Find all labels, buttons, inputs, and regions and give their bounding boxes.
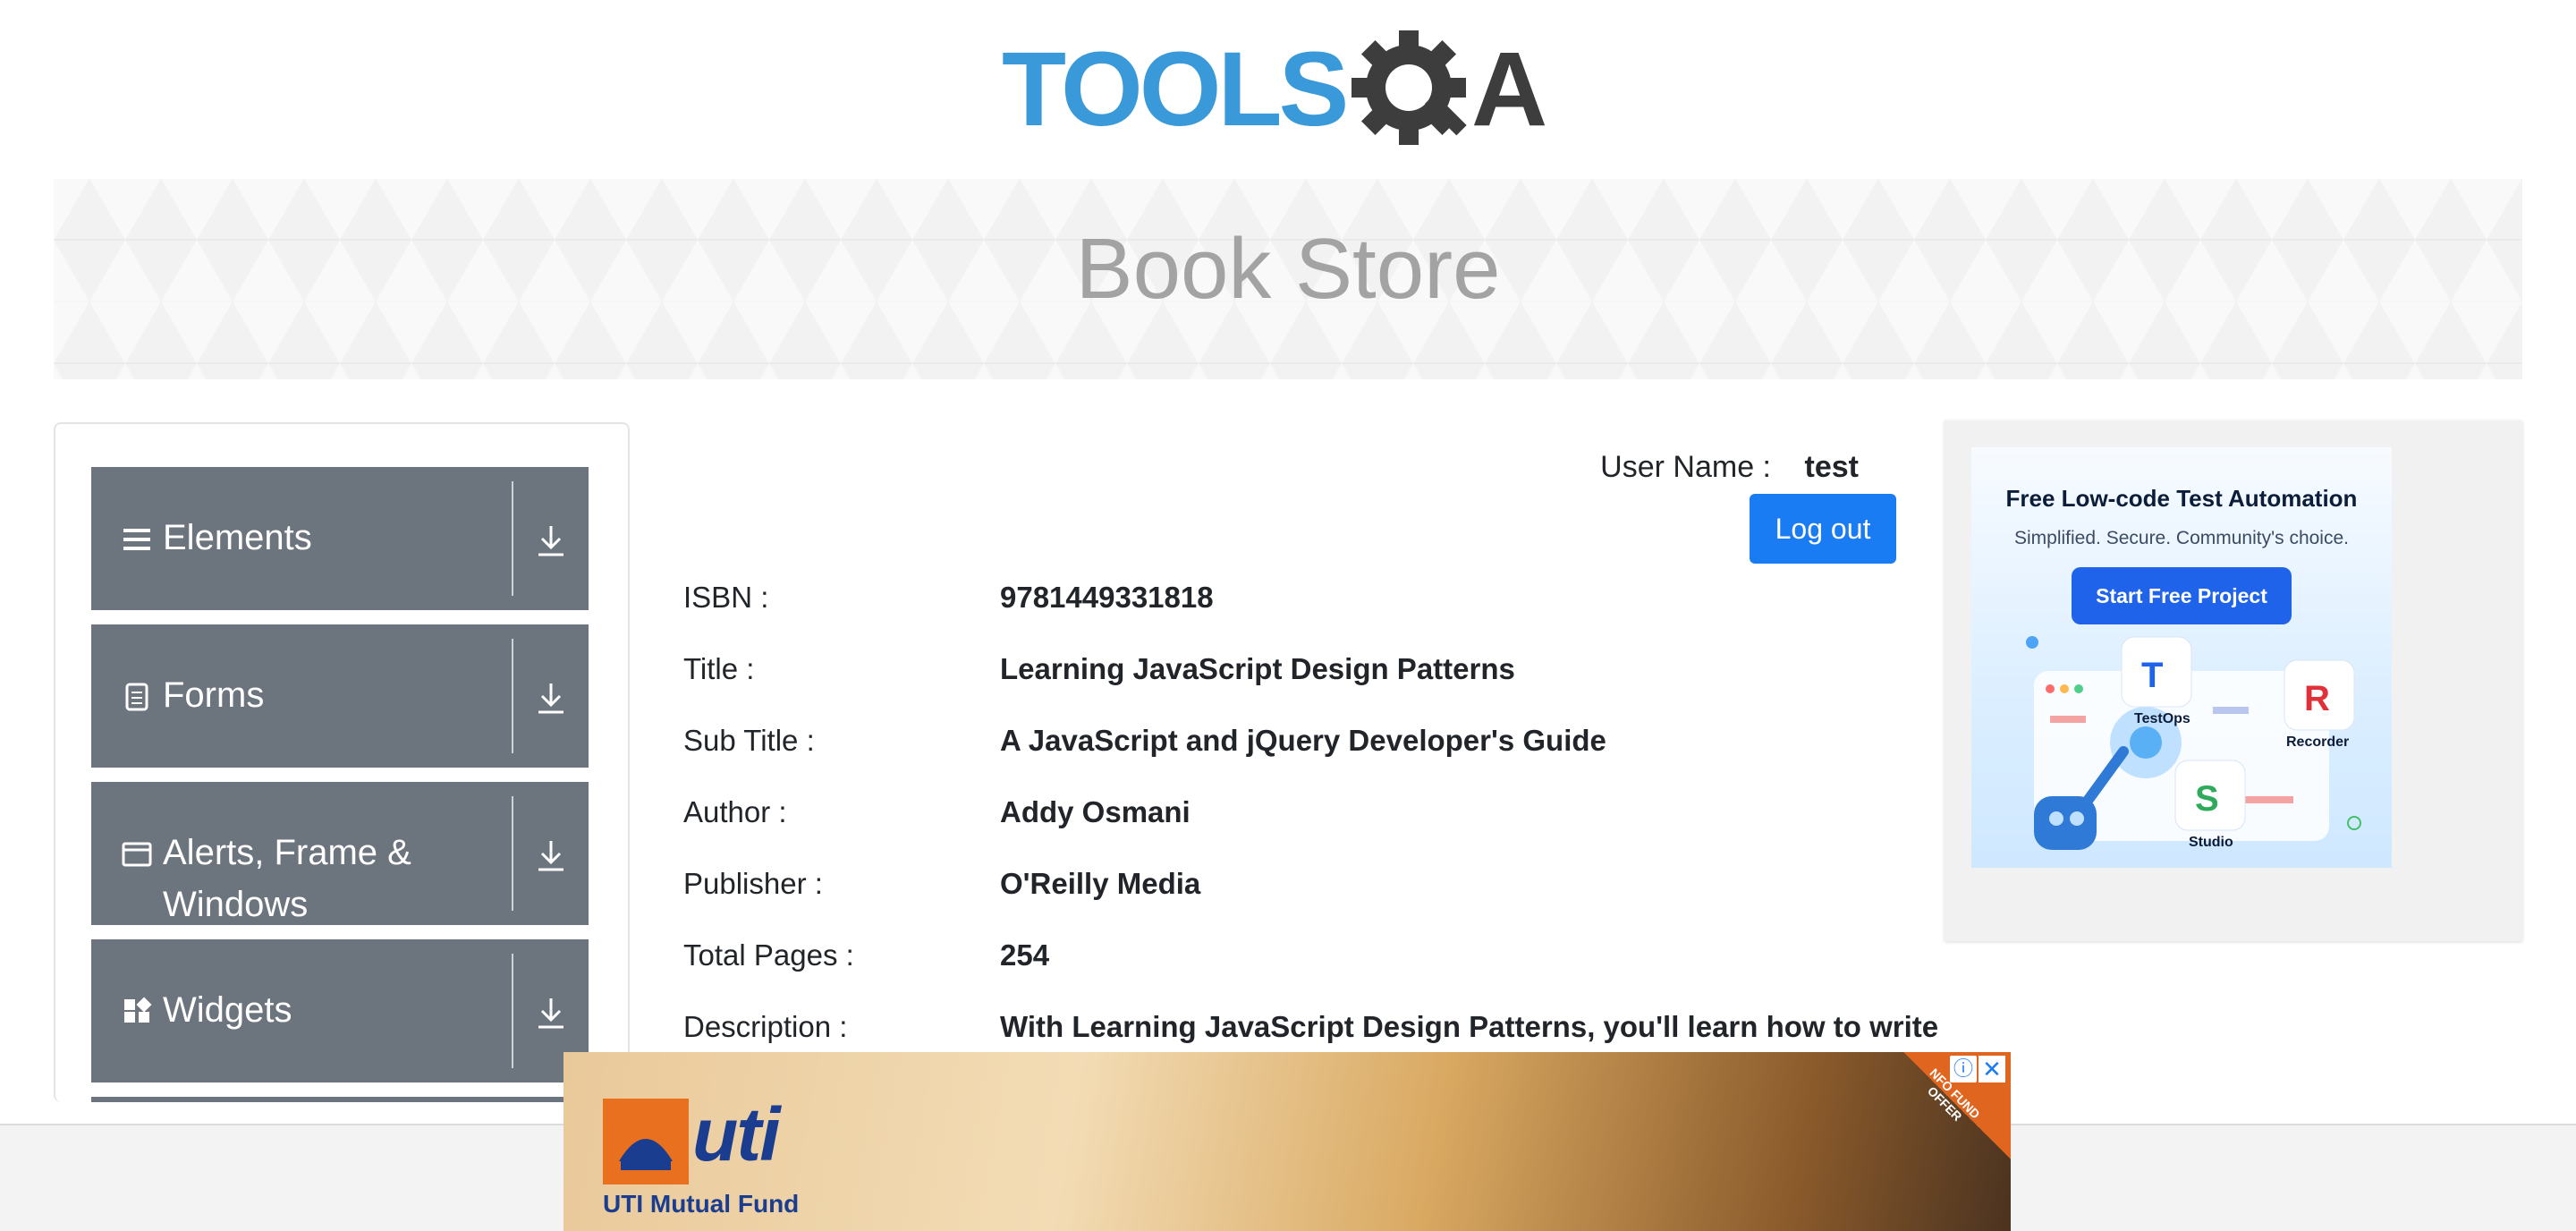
left-sidebar: Elements Forms Alerts, Frame & Windows W… (54, 422, 630, 1102)
field-value: 9781449331818 (1000, 581, 1214, 614)
sidebar-group-elements[interactable]: Elements (91, 467, 589, 610)
toolsqa-logo[interactable]: TOOLS A (1002, 27, 1583, 161)
document-icon (125, 683, 148, 711)
uti-brand-text: uti (692, 1092, 781, 1176)
svg-text:R: R (2304, 679, 2330, 718)
widgets-icon (124, 997, 152, 1023)
field-label: ISBN : (683, 581, 769, 614)
window-icon (122, 842, 152, 867)
hamburger-icon (123, 529, 150, 550)
field-value: 254 (1000, 938, 1050, 972)
gear-magnifier-icon (1352, 30, 1467, 145)
book-field-description: Description : With Learning JavaScript D… (683, 1000, 1938, 1054)
sidebar-group-label: Widgets (163, 990, 292, 1030)
book-field-author: Author : Addy Osmani (683, 785, 1900, 839)
sidebar-group-alerts-frame-windows[interactable]: Alerts, Frame & Windows (91, 782, 589, 925)
divider (512, 796, 513, 911)
field-label: Description : (683, 1010, 848, 1043)
book-field-subtitle: Sub Title : A JavaScript and jQuery Deve… (683, 714, 1900, 768)
sidebar-group-next[interactable] (91, 1097, 589, 1102)
book-field-isbn: ISBN : 9781449331818 (683, 571, 1900, 624)
field-value: Learning JavaScript Design Patterns (1000, 652, 1515, 685)
recorder-label: Recorder (2286, 734, 2349, 750)
ad-subtitle: Simplified. Secure. Community's choice. (2014, 528, 2349, 548)
book-field-title: Title : Learning JavaScript Design Patte… (683, 642, 1900, 696)
sidebar-group-label: Elements (163, 518, 312, 557)
divider (512, 639, 513, 753)
bottom-ad-banner[interactable]: uti UTI Mutual Fund NFO FUND OFFER ⓘ ✕ (564, 1052, 2011, 1231)
svg-text:S: S (2195, 779, 2219, 819)
sidebar-group-label: Alerts, Frame & Windows (163, 833, 411, 924)
field-value: A JavaScript and jQuery Developer's Guid… (1000, 724, 1606, 757)
page-banner: Book Store (54, 179, 2522, 379)
close-icon[interactable]: ✕ (1979, 1056, 2005, 1082)
download-icon[interactable] (535, 680, 567, 716)
sidebar-group-widgets[interactable]: Widgets (91, 939, 589, 1082)
katalon-ad[interactable]: Free Low-code Test Automation Simplified… (1971, 447, 2392, 868)
studio-label: Studio (2189, 835, 2233, 850)
divider (512, 954, 513, 1068)
logout-button[interactable]: Log out (1750, 494, 1896, 564)
sidebar-group-forms[interactable]: Forms (91, 624, 589, 768)
ad-illustration: T TestOps R Recorder S Studio (2026, 636, 2361, 850)
svg-text:T: T (2141, 656, 2163, 695)
divider (512, 481, 513, 596)
field-label: Author : (683, 795, 787, 828)
field-label: Sub Title : (683, 724, 815, 757)
ad-title: Free Low-code Test Automation (2005, 485, 2358, 512)
field-label: Title : (683, 652, 755, 685)
svg-text:A: A (1471, 30, 1547, 149)
logo-text-tools: TOOLS (1002, 30, 1346, 149)
book-field-publisher: Publisher : O'Reilly Media (683, 857, 1900, 911)
field-value: With Learning JavaScript Design Patterns… (1000, 1010, 1939, 1043)
page-title: Book Store (1075, 221, 1501, 317)
info-icon[interactable]: ⓘ (1950, 1056, 1977, 1082)
uti-fund-name: UTI Mutual Fund (603, 1190, 800, 1218)
download-icon[interactable] (535, 522, 567, 558)
uti-emblem-icon (603, 1099, 689, 1184)
sidebar-group-label: Forms (163, 675, 265, 715)
start-free-project-button[interactable]: Start Free Project (2072, 567, 2292, 624)
field-label: Publisher : (683, 867, 823, 900)
book-field-total-pages: Total Pages : 254 (683, 929, 1900, 982)
field-value: O'Reilly Media (1000, 867, 1201, 900)
uti-logo: uti UTI Mutual Fund (603, 1088, 844, 1222)
download-icon[interactable] (535, 995, 567, 1031)
field-value: Addy Osmani (1000, 795, 1191, 828)
user-info: User Name : test (1360, 440, 1896, 494)
right-ad-container: Free Low-code Test Automation Simplified… (1945, 420, 2522, 941)
user-name-value: test (1804, 450, 1859, 484)
user-name-label: User Name : (1600, 450, 1771, 484)
testops-label: TestOps (2134, 711, 2190, 726)
download-icon[interactable] (535, 837, 567, 873)
field-label: Total Pages : (683, 938, 854, 972)
